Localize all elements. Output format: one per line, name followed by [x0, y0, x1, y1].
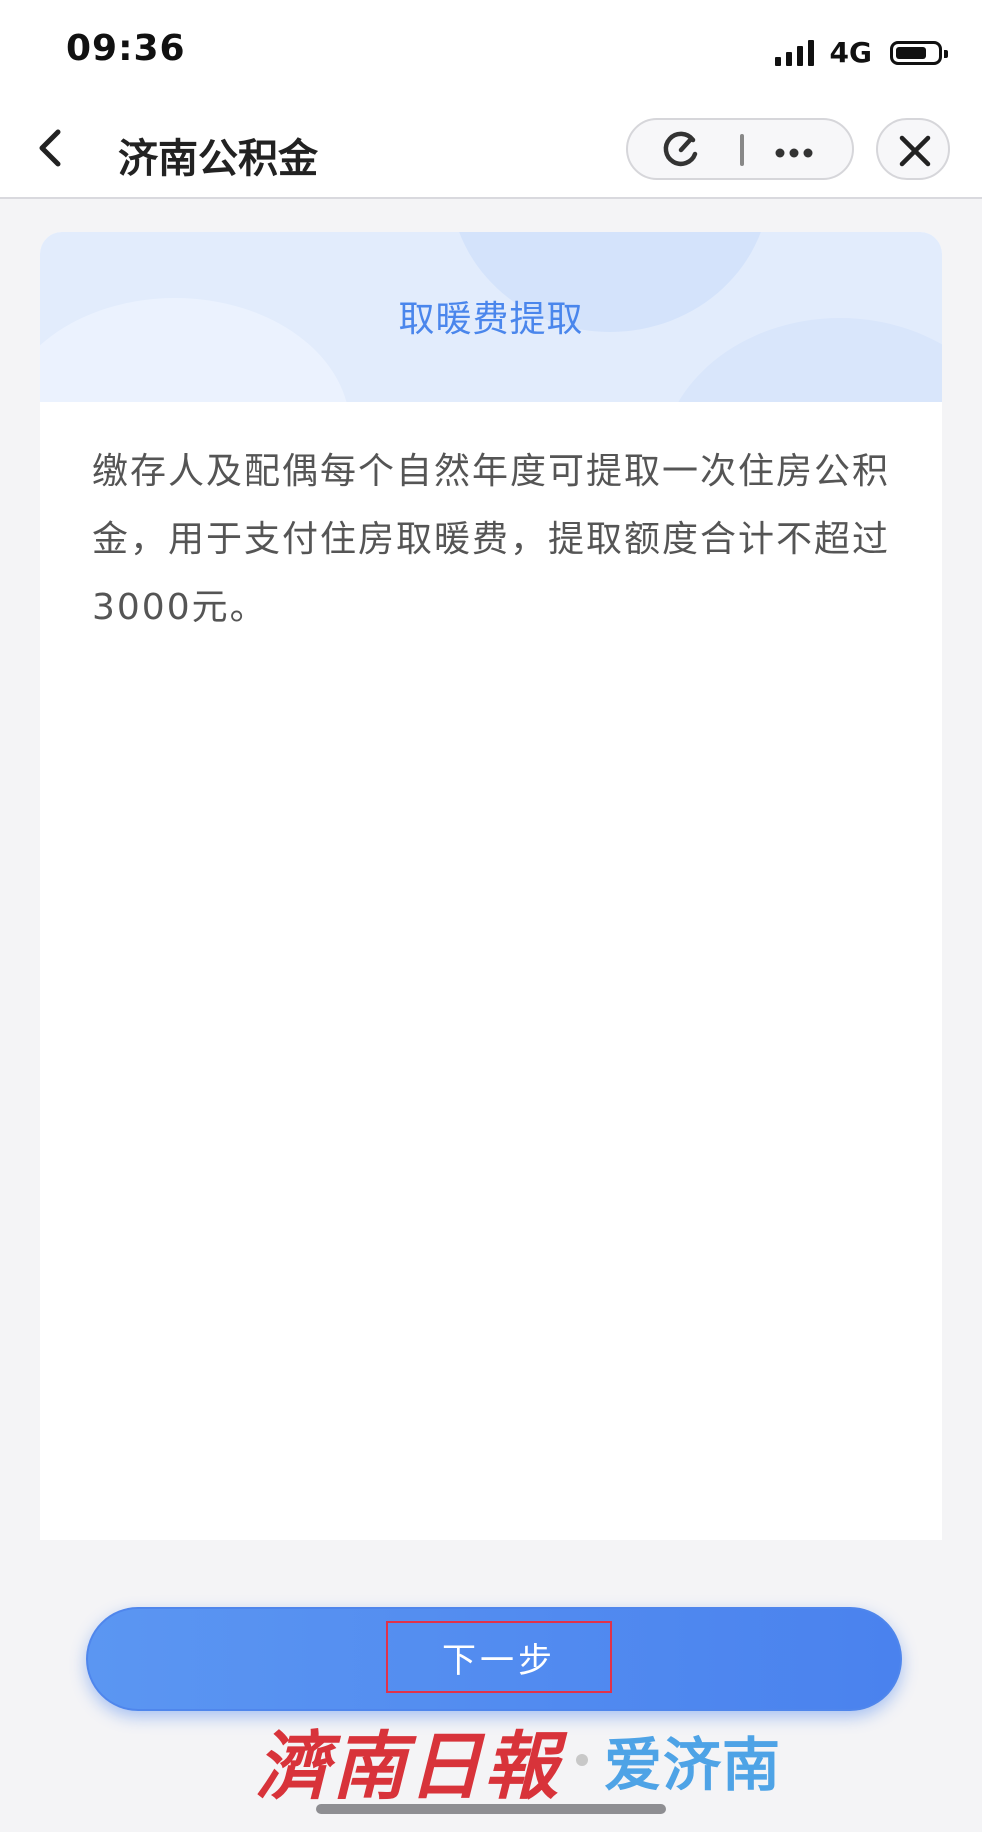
- card-header: 取暖费提取: [40, 232, 942, 402]
- page-title: 济南公积金: [118, 136, 318, 182]
- network-type: 4G: [829, 36, 872, 69]
- app-page: 09:36 4G 济南公积金 取暖费提取 缴存人及配偶每个自然年度可提取一次住房…: [0, 0, 982, 1832]
- signal-icon: [774, 39, 814, 66]
- status-bar: 09:36 4G: [0, 0, 982, 100]
- navigation-bar: 济南公积金: [0, 100, 982, 199]
- card-title: 取暖费提取: [398, 299, 584, 340]
- more-icon: [775, 148, 813, 158]
- chevron-left-icon: [39, 129, 61, 167]
- watermark-separator: [576, 1754, 588, 1766]
- close-button[interactable]: [876, 118, 950, 180]
- back-button[interactable]: [28, 122, 76, 174]
- watermark-logo-left: 濟南日報: [256, 1723, 560, 1810]
- status-time: 09:36: [66, 28, 186, 69]
- card-description: 缴存人及配偶每个自然年度可提取一次住房公积金，用于支付住房取暖费，提取额度合计不…: [92, 451, 891, 628]
- capsule-divider: [740, 134, 744, 166]
- watermark-logo-right: 爱济南: [604, 1731, 782, 1799]
- refresh-button[interactable]: [658, 128, 704, 170]
- refresh-icon: [663, 131, 698, 167]
- info-card: 取暖费提取 缴存人及配偶每个自然年度可提取一次住房公积金，用于支付住房取暖费，提…: [40, 232, 942, 1540]
- miniprogram-capsule: [626, 118, 854, 180]
- battery-icon: [890, 40, 948, 65]
- home-indicator[interactable]: [316, 1804, 666, 1814]
- close-icon: [899, 135, 931, 167]
- highlight-box: 下一步: [386, 1621, 612, 1693]
- next-step-label: 下一步: [442, 1640, 556, 1681]
- more-button[interactable]: [774, 144, 814, 158]
- status-indicators: 4G: [774, 36, 948, 69]
- watermark: 濟南日報 爱济南: [256, 1710, 781, 1810]
- next-step-button[interactable]: 下一步: [86, 1607, 902, 1711]
